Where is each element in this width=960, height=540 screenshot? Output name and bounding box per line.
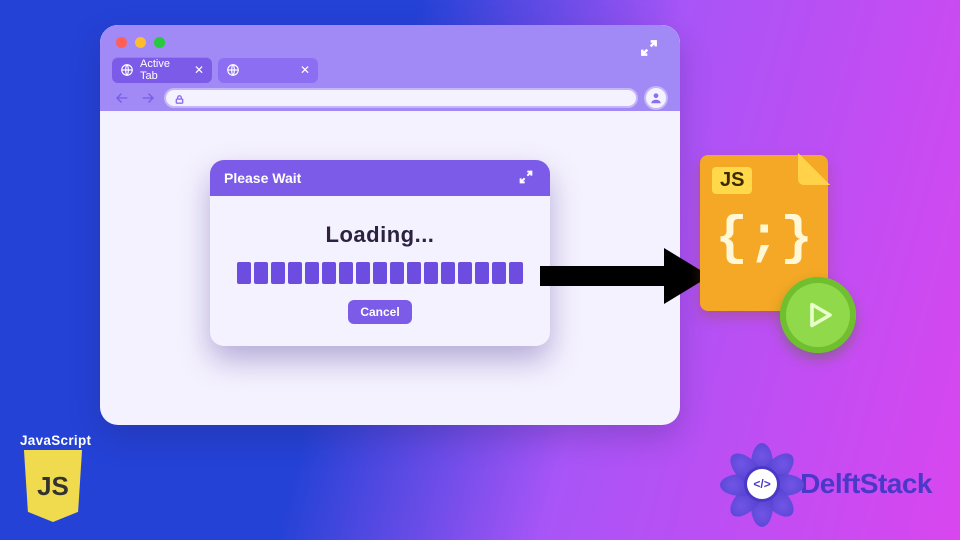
close-window-icon[interactable] [116,37,127,48]
globe-icon [120,63,134,77]
tab-active[interactable]: Active Tab ✕ [112,57,212,83]
js-file-graphic: JS {;} [700,155,830,325]
delftstack-brand-label: DelftStack [800,468,932,500]
delftstack-logo: </> DelftStack [730,452,932,516]
code-glyph: {;} [700,213,828,267]
close-icon[interactable]: ✕ [300,63,310,77]
traffic-lights [116,37,165,48]
tab-secondary[interactable]: ✕ [218,57,318,83]
maximize-window-icon[interactable] [154,37,165,48]
progress-bar [230,262,530,284]
code-icon: </> [747,469,777,499]
browser-chrome: Active Tab ✕ ✕ [100,25,680,111]
browser-window: Active Tab ✕ ✕ [100,25,680,425]
browser-toolbar [112,87,668,109]
close-icon[interactable]: ✕ [194,63,204,77]
right-arrow-icon [540,248,710,304]
dialog-body: Loading... Cancel [210,196,550,346]
tab-row: Active Tab ✕ ✕ [112,57,318,83]
back-arrow-icon[interactable] [112,89,132,107]
forward-arrow-icon[interactable] [138,89,158,107]
expand-icon[interactable] [636,35,662,61]
globe-icon [226,63,240,77]
javascript-logo: JavaScript JS [20,433,104,522]
cancel-button[interactable]: Cancel [348,300,411,324]
js-badge: JS [712,167,752,194]
tab-label: Active Tab [140,58,188,82]
javascript-logo-label: JavaScript [20,433,104,448]
loading-label: Loading... [230,222,530,248]
mandala-icon: </> [730,452,794,516]
expand-icon[interactable] [518,169,536,187]
dialog-titlebar: Please Wait [210,160,550,196]
user-icon[interactable] [644,86,668,110]
lock-icon [174,92,186,104]
loading-dialog: Please Wait Loading... Cancel [210,160,550,346]
url-bar[interactable] [164,88,638,108]
minimize-window-icon[interactable] [135,37,146,48]
page-fold-icon [798,153,830,185]
dialog-title: Please Wait [224,170,301,186]
play-icon[interactable] [780,277,856,353]
javascript-shield-icon: JS [20,450,86,522]
